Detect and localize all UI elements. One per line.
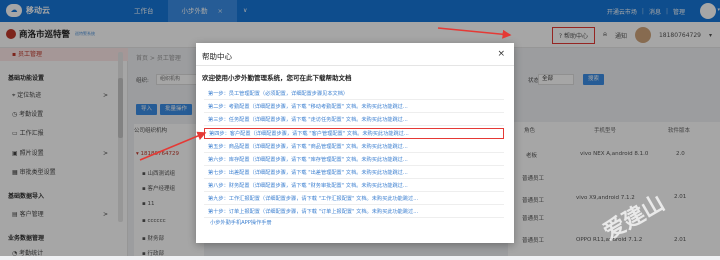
arrow-to-step bbox=[139, 131, 207, 161]
arrow-to-help bbox=[437, 27, 512, 39]
